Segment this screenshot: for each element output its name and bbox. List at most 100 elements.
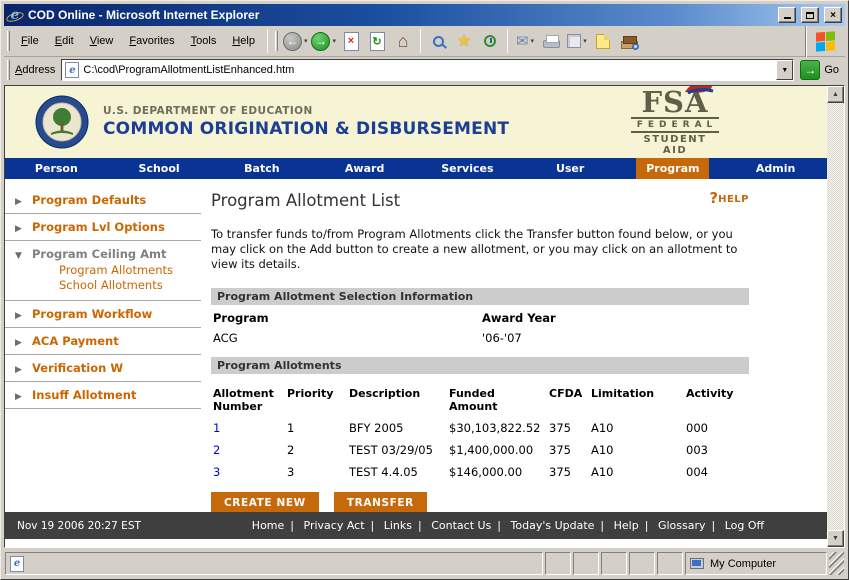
- footer-link-privacy-act[interactable]: Privacy Act: [304, 519, 365, 532]
- print-button[interactable]: [538, 28, 564, 54]
- sidebar-item-label: Insuff Allotment: [32, 388, 136, 402]
- footer-link-log-off[interactable]: Log Off: [725, 519, 764, 532]
- nav-item-services[interactable]: Services: [431, 158, 503, 179]
- footer-separator: |: [497, 519, 501, 532]
- footer-link-home[interactable]: Home: [252, 519, 284, 532]
- sidebar-item-school-allotments[interactable]: School Allotments: [59, 278, 197, 293]
- sidebar-item-program-defaults[interactable]: ▶Program Defaults: [5, 187, 201, 214]
- chevron-down-icon: ▾: [332, 37, 336, 45]
- nav-item-school[interactable]: School: [129, 158, 190, 179]
- back-button[interactable]: ←▾: [281, 28, 310, 54]
- scrollbar-track[interactable]: [827, 103, 844, 530]
- expand-arrow-icon: ▶: [15, 224, 32, 234]
- print-icon: [543, 40, 560, 48]
- close-button[interactable]: ×: [824, 7, 842, 23]
- create-new-button[interactable]: CREATE NEW: [211, 492, 319, 512]
- nav-cell: User: [519, 158, 622, 179]
- refresh-button[interactable]: ↻: [364, 28, 390, 54]
- chevron-down-icon: ▼: [781, 67, 788, 74]
- search-button[interactable]: [425, 28, 451, 54]
- expand-arrow-icon: ▶: [15, 311, 32, 321]
- notes-button[interactable]: [590, 28, 616, 54]
- history-button[interactable]: [477, 28, 503, 54]
- nav-item-award[interactable]: Award: [335, 158, 394, 179]
- close-icon: ×: [830, 10, 836, 21]
- page-edit-button[interactable]: ▾: [564, 28, 590, 54]
- minimize-button[interactable]: [778, 7, 796, 23]
- expand-arrow-icon: ▶: [15, 197, 32, 207]
- table-row: 2 2 TEST 03/29/05 $1,400,000.00 375 A10 …: [211, 439, 759, 461]
- toolbar-grip[interactable]: [7, 31, 10, 51]
- minimize-icon: [784, 11, 791, 19]
- allotment-link-3[interactable]: 3: [213, 465, 220, 479]
- sidebar-item-label: ACA Payment: [32, 334, 119, 348]
- expand-arrow-icon: ▶: [15, 365, 32, 375]
- sidebar-item-label: Verification W: [32, 361, 123, 375]
- page-icon: e: [10, 556, 24, 572]
- cell-activity: 000: [684, 417, 759, 439]
- footer-link-contact-us[interactable]: Contact Us: [431, 519, 491, 532]
- scroll-up-button[interactable]: ▲: [827, 86, 844, 103]
- stop-button[interactable]: ×: [338, 28, 364, 54]
- mail-button[interactable]: ✉▾: [512, 28, 538, 54]
- menu-help[interactable]: Help: [224, 31, 263, 51]
- allotment-link-1[interactable]: 1: [213, 421, 220, 435]
- address-value[interactable]: C:\cod\ProgramAllotmentListEnhanced.htm: [83, 64, 772, 76]
- my-computer-icon: [690, 558, 704, 569]
- nav-item-user[interactable]: User: [546, 158, 594, 179]
- forward-button[interactable]: →▾: [309, 28, 338, 54]
- go-button[interactable]: → Go: [800, 60, 839, 80]
- page-bottom-spacer: [5, 539, 827, 547]
- research-button[interactable]: [616, 28, 642, 54]
- resize-grip[interactable]: [829, 552, 844, 575]
- menu-edit[interactable]: Edit: [47, 31, 82, 51]
- vertical-scrollbar: ▲ ▼: [827, 86, 844, 547]
- transfer-button[interactable]: TRANSFER: [334, 492, 427, 512]
- refresh-icon: ↻: [370, 32, 385, 51]
- menu-file[interactable]: File: [13, 31, 47, 51]
- toolbar-grip[interactable]: [7, 60, 10, 80]
- main-nav: Person School Batch Award Services User …: [5, 158, 827, 179]
- footer-link-links[interactable]: Links: [384, 519, 412, 532]
- browser-viewport: U.S. DEPARTMENT OF EDUCATION COMMON ORIG…: [4, 85, 845, 548]
- toolbar-separator: [507, 29, 508, 53]
- allotment-link-2[interactable]: 2: [213, 443, 220, 457]
- status-pane: [573, 552, 599, 575]
- footer-link-todays-update[interactable]: Today's Update: [511, 519, 595, 532]
- cell-limitation: A10: [589, 417, 684, 439]
- maximize-icon: [806, 12, 814, 19]
- footer-link-help[interactable]: Help: [614, 519, 639, 532]
- footer-separator: |: [371, 519, 375, 532]
- sidebar-item-program-lvl-options[interactable]: ▶Program Lvl Options: [5, 214, 201, 241]
- nav-item-admin[interactable]: Admin: [746, 158, 805, 179]
- help-link[interactable]: ? HELP: [709, 191, 749, 205]
- status-pane: [629, 552, 655, 575]
- nav-item-program[interactable]: Program: [636, 158, 709, 179]
- maximize-button[interactable]: [801, 7, 819, 23]
- sidebar-item-verification-w[interactable]: ▶Verification W: [5, 355, 201, 382]
- menu-tools[interactable]: Tools: [183, 31, 225, 51]
- favorites-button[interactable]: ★: [451, 28, 477, 54]
- sidebar-item-aca-payment[interactable]: ▶ACA Payment: [5, 328, 201, 355]
- nav-cell: Program: [622, 158, 725, 179]
- sidebar-item-insuff-allotment[interactable]: ▶Insuff Allotment: [5, 382, 201, 409]
- nav-item-batch[interactable]: Batch: [234, 158, 289, 179]
- page-footer: Nov 19 2006 20:27 EST Home| Privacy Act|…: [5, 512, 827, 539]
- address-input[interactable]: e C:\cod\ProgramAllotmentListEnhanced.ht…: [61, 59, 794, 81]
- footer-link-glossary[interactable]: Glossary: [658, 519, 706, 532]
- sidebar-item-program-allotments[interactable]: Program Allotments: [59, 263, 197, 278]
- award-year-label: Award Year: [480, 305, 749, 327]
- footer-separator: |: [290, 519, 294, 532]
- cell-funded-amount: $30,103,822.52: [447, 417, 547, 439]
- sidebar-item-program-workflow[interactable]: ▶Program Workflow: [5, 301, 201, 328]
- table-header-row: Allotment Number Priority Description Fu…: [211, 382, 759, 417]
- address-dropdown-button[interactable]: ▼: [776, 60, 793, 80]
- scroll-down-button[interactable]: ▼: [827, 530, 844, 547]
- menu-view[interactable]: View: [82, 31, 122, 51]
- sidebar-item-program-ceiling-amt[interactable]: ▼Program Ceiling Amt Program Allotments …: [5, 241, 201, 301]
- home-button[interactable]: ⌂: [390, 28, 416, 54]
- nav-item-person[interactable]: Person: [25, 158, 88, 179]
- collapse-arrow-icon: ▼: [15, 251, 32, 261]
- toolbar-grip[interactable]: [275, 31, 278, 51]
- menu-favorites[interactable]: Favorites: [121, 31, 182, 51]
